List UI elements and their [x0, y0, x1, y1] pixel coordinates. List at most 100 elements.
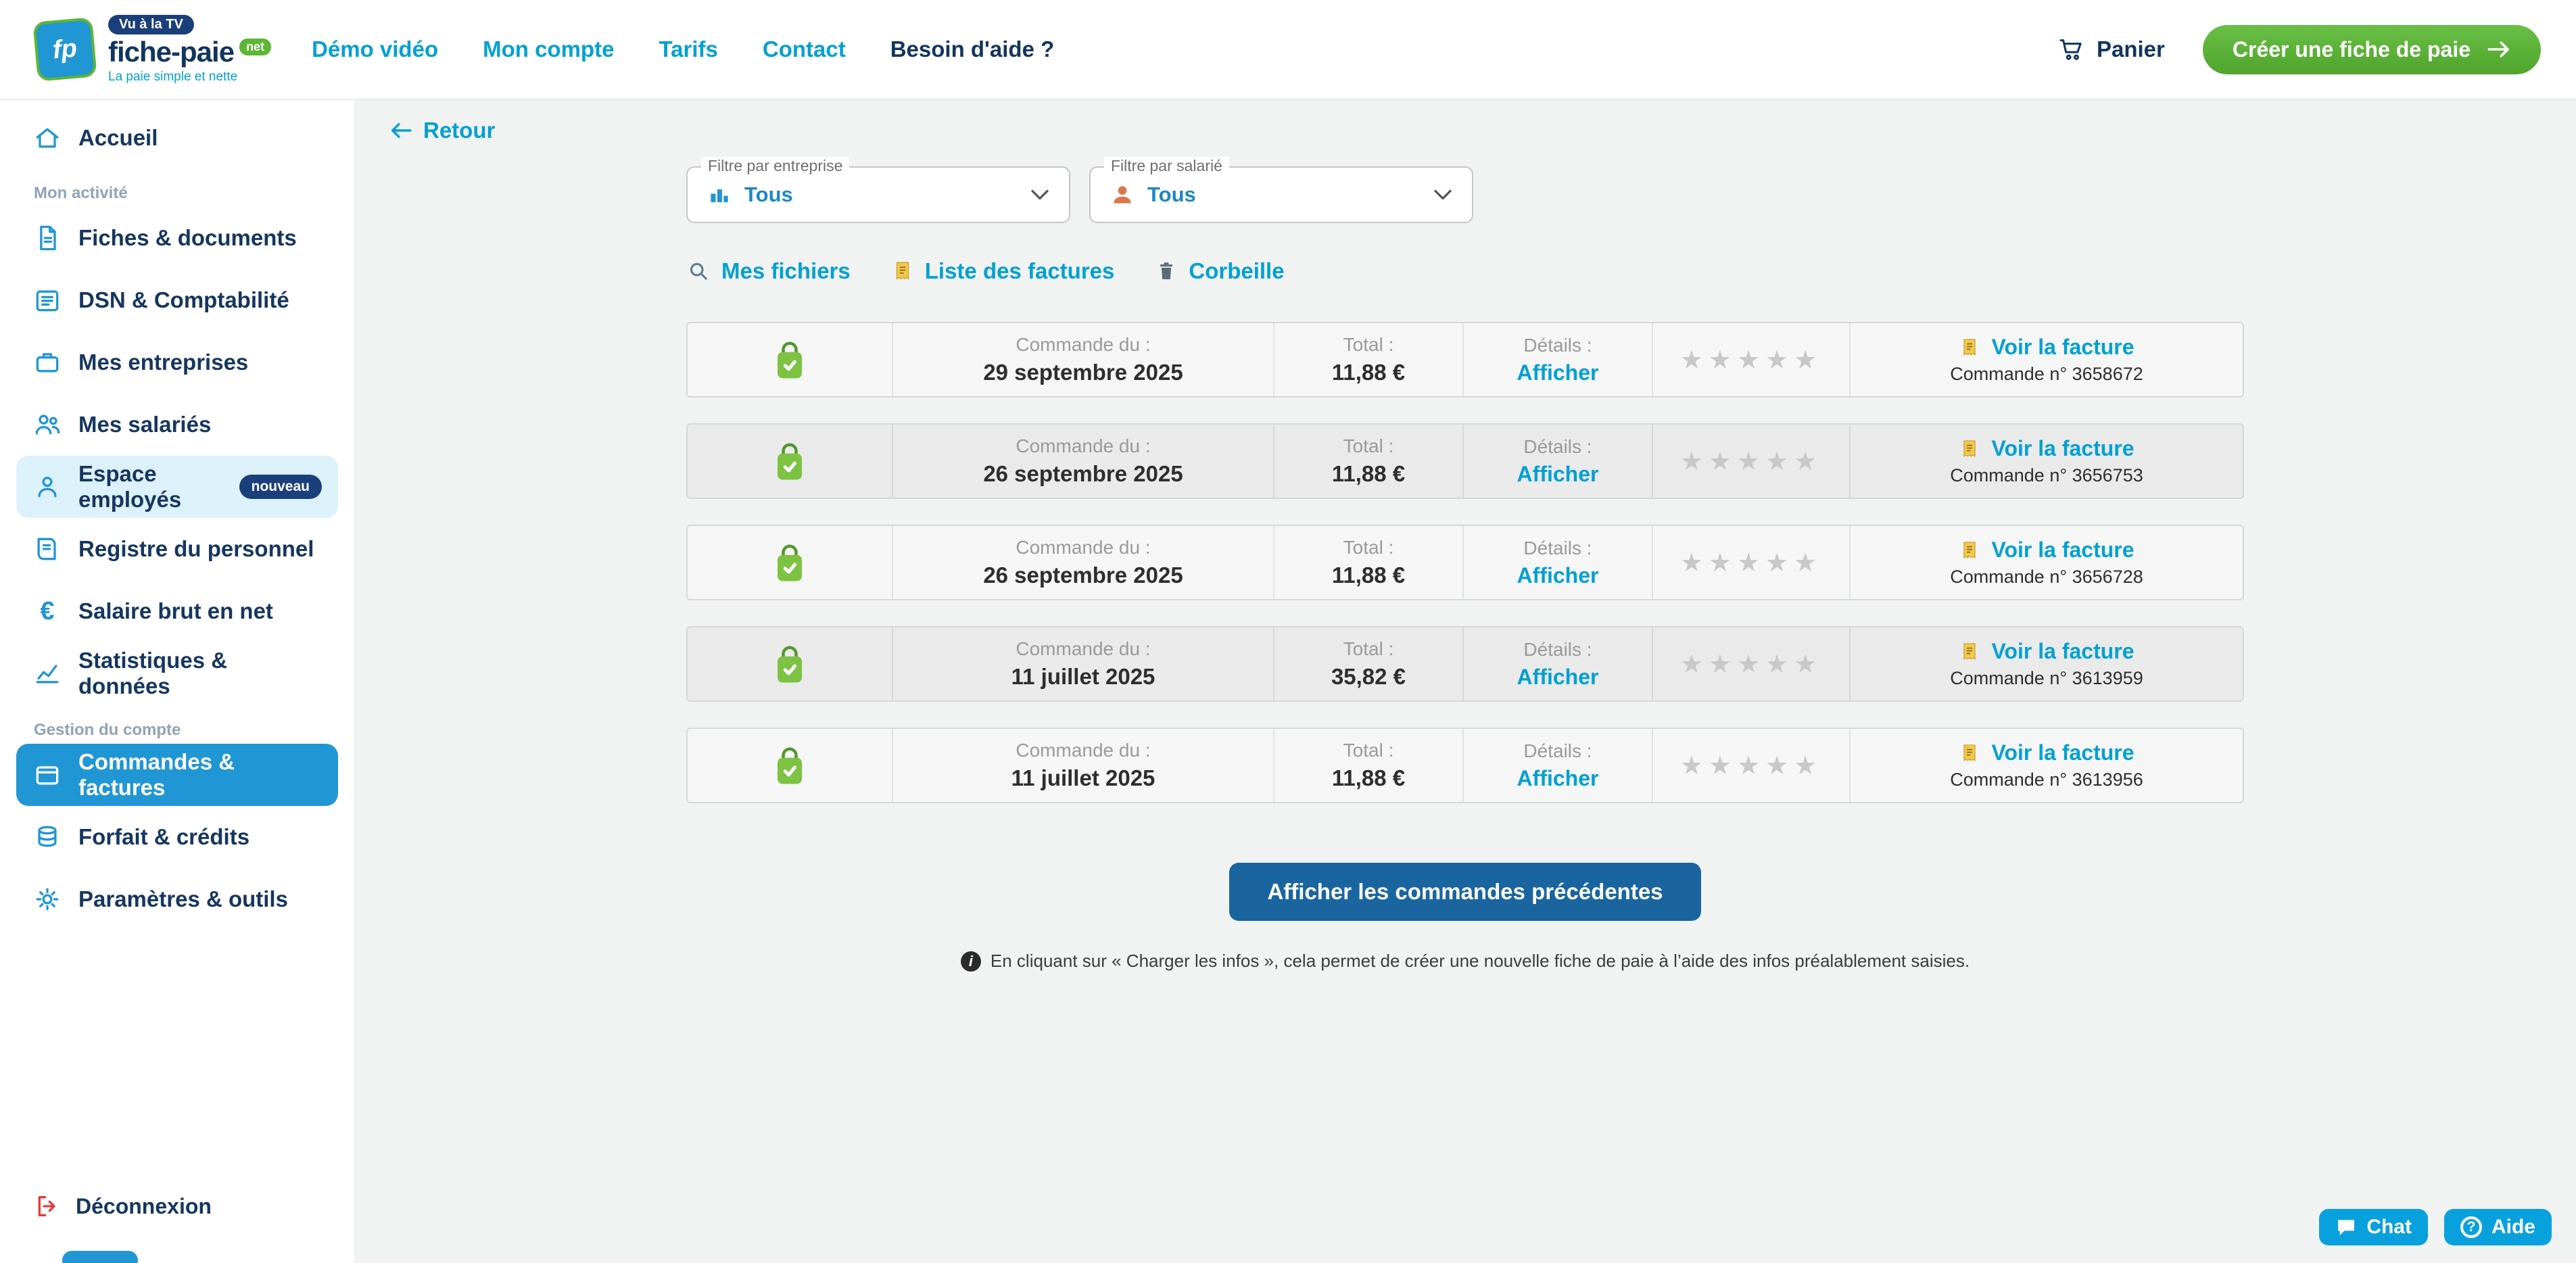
- order-details-cell: Détails : Afficher: [1464, 526, 1653, 599]
- shopping-bag-icon: [769, 337, 810, 383]
- view-invoice-link[interactable]: Voir la facture: [1959, 436, 2134, 461]
- nav-contact[interactable]: Contact: [763, 37, 846, 62]
- floating-buttons: Chat ? Aide: [2319, 1209, 2552, 1245]
- order-date-value: 11 juillet 2025: [1011, 765, 1155, 791]
- view-invoice-link[interactable]: Voir la facture: [1959, 740, 2134, 765]
- cart-icon: [2057, 36, 2084, 63]
- nav-mon-compte[interactable]: Mon compte: [483, 37, 614, 62]
- main-nav: Démo vidéo Mon compte Tarifs Contact Bes…: [312, 37, 1054, 62]
- sidebar-item-mes-entreprises[interactable]: Mes entreprises: [16, 331, 338, 394]
- order-status-cell: [688, 323, 893, 396]
- app-root: fp Vu à la TV fiche-paie net La paie sim…: [0, 0, 2576, 1263]
- view-invoice-link[interactable]: Voir la facture: [1959, 335, 2134, 360]
- help-button[interactable]: ? Aide: [2444, 1209, 2552, 1245]
- view-invoice-label: Voir la facture: [1991, 740, 2134, 765]
- chart-icon: [32, 659, 62, 688]
- show-details-link[interactable]: Afficher: [1517, 766, 1599, 791]
- body-row: Accueil Mon activité Fiches & documents …: [0, 100, 2576, 1263]
- back-link[interactable]: Retour: [389, 118, 495, 143]
- order-row: Commande du : 29 septembre 2025 Total : …: [686, 322, 2244, 398]
- create-payslip-button[interactable]: Créer une fiche de paie: [2203, 25, 2541, 74]
- invoice-icon: [1959, 741, 1980, 765]
- orders-icon: [32, 760, 62, 790]
- sidebar-item-label: Mes salariés: [78, 412, 211, 437]
- order-number: Commande n° 3613956: [1950, 769, 2143, 790]
- sidebar-item-label: Registre du personnel: [78, 536, 314, 562]
- rating-stars[interactable]: ★★★★★: [1680, 550, 1822, 575]
- order-row: Commande du : 26 septembre 2025 Total : …: [686, 525, 2244, 600]
- cut-off-button[interactable]: [62, 1251, 138, 1263]
- sidebar-item-label: Commandes & factures: [78, 749, 322, 801]
- briefcase-icon: [32, 348, 62, 377]
- gear-icon: [32, 884, 62, 914]
- order-number: Commande n° 3613959: [1950, 668, 2143, 689]
- order-details-cell: Détails : Afficher: [1464, 729, 1653, 802]
- sidebar-item-salaire-brut-net[interactable]: € Salaire brut en net: [16, 580, 338, 642]
- order-invoice-cell: Voir la facture Commande n° 3658672: [1851, 323, 2243, 396]
- logout-button[interactable]: Déconnexion: [16, 1193, 338, 1220]
- sidebar-item-parametres-outils[interactable]: Paramètres & outils: [16, 868, 338, 930]
- employee-filter-select[interactable]: Filtre par salarié Tous: [1089, 166, 1473, 223]
- chat-icon: [2335, 1217, 2357, 1237]
- search-icon: [686, 259, 711, 283]
- chat-label: Chat: [2366, 1216, 2412, 1239]
- show-previous-orders-button[interactable]: Afficher les commandes précédentes: [1229, 863, 1700, 921]
- sidebar-item-accueil[interactable]: Accueil: [16, 108, 338, 168]
- trash-link[interactable]: Corbeille: [1155, 258, 1284, 284]
- sidebar-item-forfait-credits[interactable]: Forfait & crédits: [16, 806, 338, 868]
- invoice-list-link[interactable]: Liste des factures: [891, 258, 1115, 284]
- order-date-cell: Commande du : 29 septembre 2025: [893, 323, 1274, 396]
- order-total-label: Total :: [1343, 334, 1394, 356]
- invoice-icon: [1959, 640, 1980, 664]
- order-date-value: 29 septembre 2025: [983, 360, 1183, 385]
- logout-label: Déconnexion: [76, 1194, 212, 1219]
- order-details-label: Détails :: [1523, 436, 1592, 458]
- sidebar-item-fiches-documents[interactable]: Fiches & documents: [16, 207, 338, 269]
- rating-stars[interactable]: ★★★★★: [1680, 651, 1822, 677]
- create-payslip-label: Créer une fiche de paie: [2233, 37, 2471, 62]
- nav-demo-video[interactable]: Démo vidéo: [312, 37, 438, 62]
- view-invoice-link[interactable]: Voir la facture: [1959, 538, 2134, 563]
- company-filter-select[interactable]: Filtre par entreprise Tous: [686, 166, 1070, 223]
- brand-name: fiche-paie: [108, 37, 234, 67]
- rating-stars[interactable]: ★★★★★: [1680, 753, 1822, 778]
- brand-tagline: La paie simple et nette: [108, 70, 271, 84]
- chevron-down-icon: [1433, 187, 1453, 202]
- order-details-label: Détails :: [1523, 538, 1592, 559]
- back-label: Retour: [423, 118, 495, 143]
- order-status-cell: [688, 627, 893, 700]
- rating-stars[interactable]: ★★★★★: [1680, 448, 1822, 474]
- show-details-link[interactable]: Afficher: [1517, 563, 1599, 588]
- sidebar-item-dsn-comptabilite[interactable]: DSN & Comptabilité: [16, 269, 338, 331]
- order-total-cell: Total : 11,88 €: [1274, 323, 1464, 396]
- chat-button[interactable]: Chat: [2319, 1209, 2428, 1245]
- show-details-link[interactable]: Afficher: [1517, 665, 1599, 690]
- sidebar-item-espace-employes[interactable]: Espace employés nouveau: [16, 456, 338, 518]
- show-details-link[interactable]: Afficher: [1517, 462, 1599, 487]
- order-date-cell: Commande du : 26 septembre 2025: [893, 425, 1274, 498]
- sidebar-item-mes-salaries[interactable]: Mes salariés: [16, 394, 338, 456]
- sidebar-item-statistiques[interactable]: Statistiques & données: [16, 642, 338, 705]
- order-details-cell: Détails : Afficher: [1464, 425, 1653, 498]
- trash-icon: [1155, 258, 1178, 284]
- show-details-link[interactable]: Afficher: [1517, 360, 1599, 385]
- order-date-label: Commande du :: [1016, 537, 1150, 558]
- company-filter-label: Filtre par entreprise: [701, 157, 849, 175]
- ledger-icon: [32, 285, 62, 315]
- sidebar-item-commandes-factures[interactable]: Commandes & factures: [16, 744, 338, 806]
- view-invoice-link[interactable]: Voir la facture: [1959, 639, 2134, 664]
- cart-button[interactable]: Panier: [2057, 36, 2165, 63]
- nav-besoin-aide[interactable]: Besoin d'aide ?: [890, 37, 1055, 62]
- shopping-bag-icon: [769, 742, 810, 788]
- shopping-bag-icon: [769, 438, 810, 484]
- order-total-cell: Total : 35,82 €: [1274, 627, 1464, 700]
- brand-logo[interactable]: fp Vu à la TV fiche-paie net La paie sim…: [35, 15, 271, 83]
- order-details-cell: Détails : Afficher: [1464, 323, 1653, 396]
- rating-stars[interactable]: ★★★★★: [1680, 347, 1822, 373]
- nav-tarifs[interactable]: Tarifs: [659, 37, 717, 62]
- view-invoice-label: Voir la facture: [1991, 335, 2134, 360]
- view-invoice-label: Voir la facture: [1991, 436, 2134, 461]
- sidebar-item-registre-personnel[interactable]: Registre du personnel: [16, 518, 338, 580]
- my-files-link[interactable]: Mes fichiers: [686, 258, 851, 284]
- order-total-cell: Total : 11,88 €: [1274, 729, 1464, 802]
